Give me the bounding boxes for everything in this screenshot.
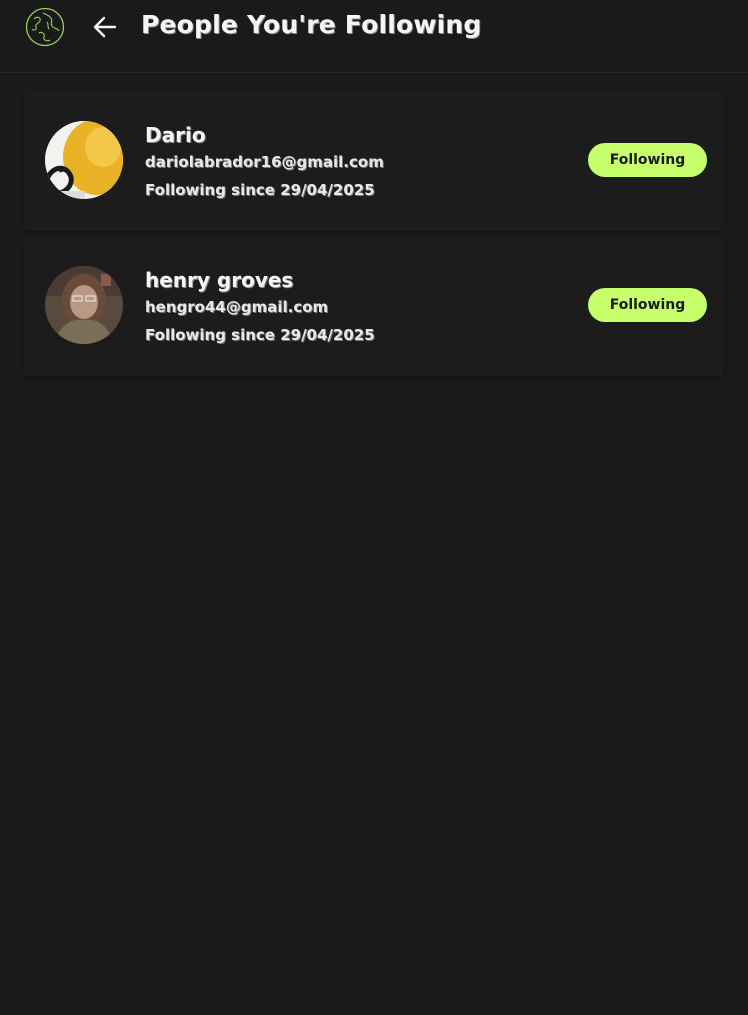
user-info: Dario dariolabrador16@gmail.com Followin… [145, 122, 384, 204]
user-info: henry groves hengro44@gmail.com Followin… [145, 267, 375, 349]
list-item[interactable]: Dario dariolabrador16@gmail.com Followin… [24, 91, 724, 231]
user-name[interactable]: henry groves [145, 267, 375, 293]
following-since: Following since 29/04/2025 [145, 326, 375, 344]
following-button[interactable]: Following [588, 143, 707, 177]
back-arrow-icon[interactable] [90, 12, 120, 42]
user-email: hengro44@gmail.com [145, 298, 329, 316]
list-item[interactable]: henry groves hengro44@gmail.com Followin… [24, 236, 724, 376]
page-title: People You're Following [141, 10, 482, 39]
globe-logo-icon[interactable] [25, 7, 65, 47]
user-name[interactable]: Dario [145, 122, 384, 148]
avatar[interactable] [45, 121, 123, 199]
user-email: dariolabrador16@gmail.com [145, 153, 384, 171]
following-since: Following since 29/04/2025 [145, 181, 375, 199]
top-bar: People You're Following [0, 0, 748, 73]
avatar[interactable] [45, 266, 123, 344]
following-button[interactable]: Following [588, 288, 707, 322]
